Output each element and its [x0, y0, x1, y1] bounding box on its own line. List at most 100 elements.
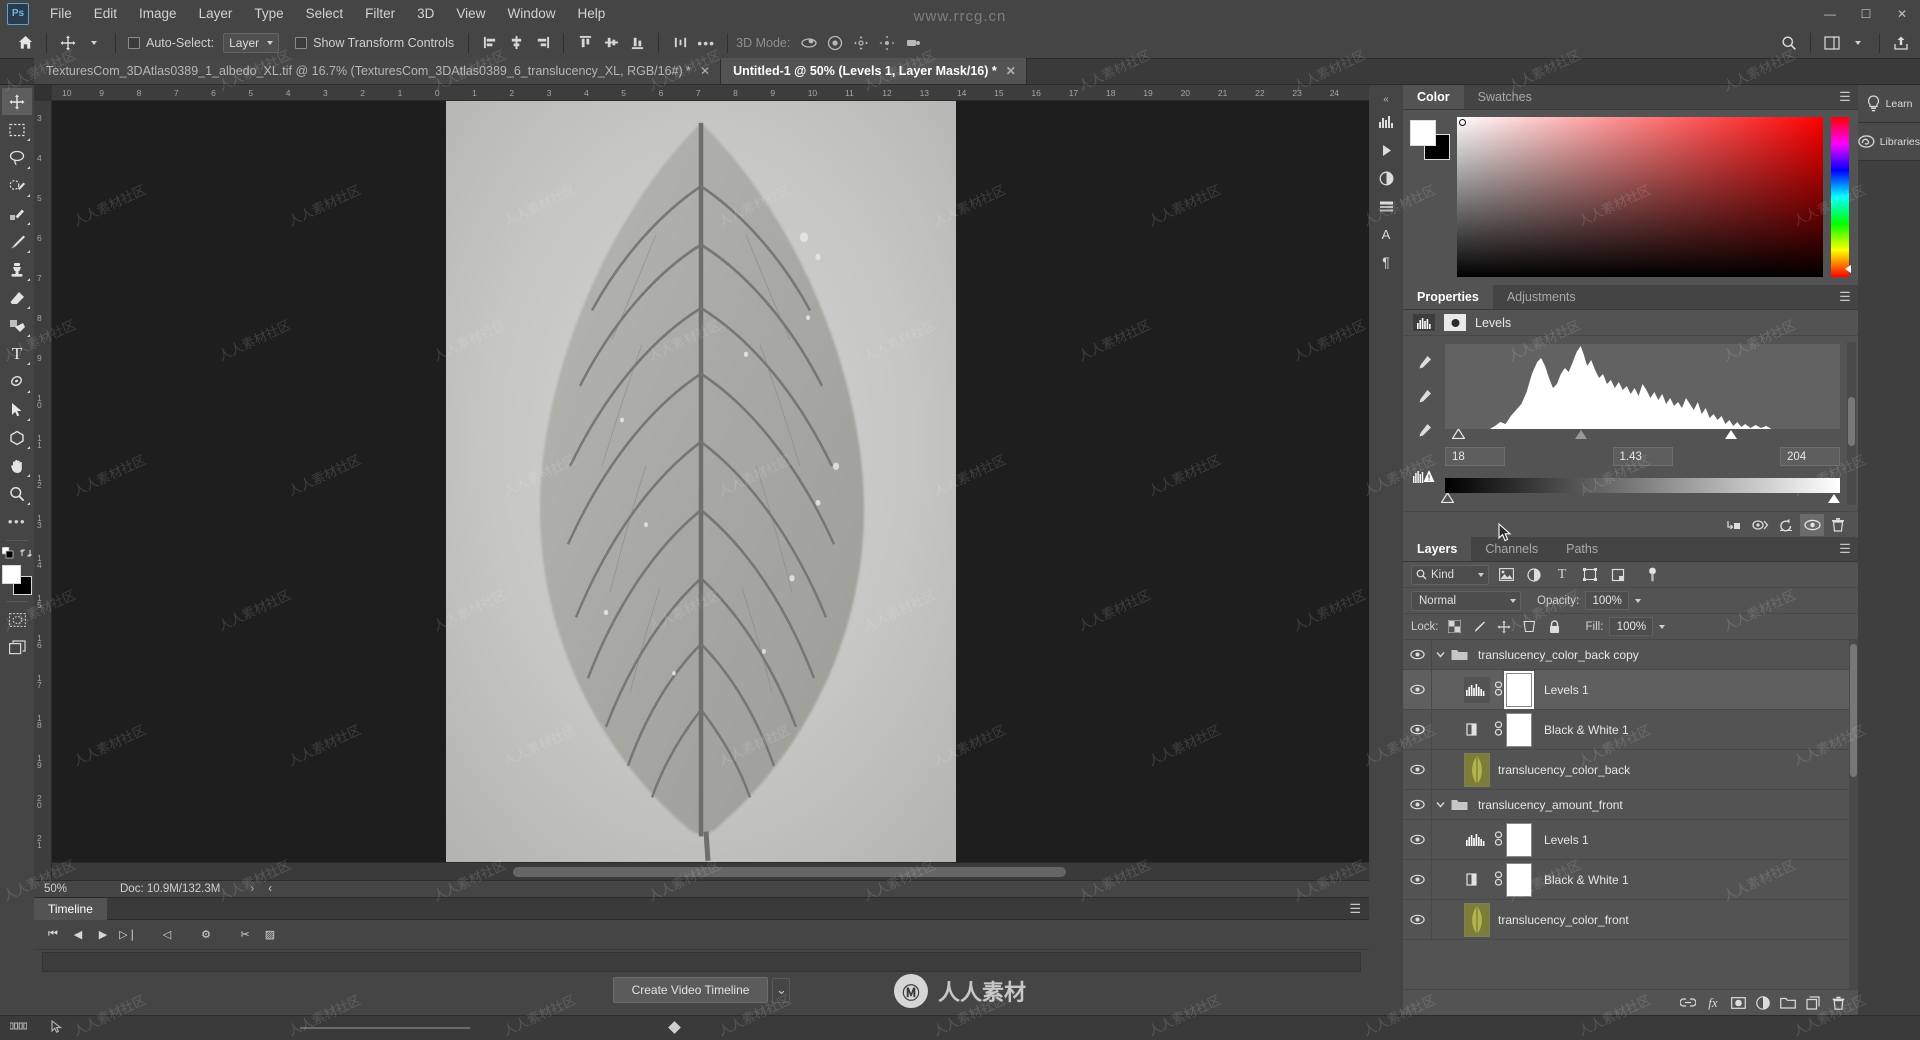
group-expand-chevron-icon[interactable] [1432, 651, 1448, 658]
layer-visibility-toggle[interactable] [1403, 684, 1431, 695]
layer-name[interactable]: translucency_amount_front [1470, 798, 1623, 812]
highlight-input-field[interactable]: 204 [1780, 447, 1840, 466]
layer-mask-thumbnail[interactable] [1506, 672, 1532, 707]
black-and-white-adjustment-thumbnail[interactable] [1464, 716, 1490, 743]
color-spectrum-field[interactable] [1457, 117, 1823, 277]
fill-chevron-down-icon[interactable] [1659, 624, 1666, 629]
scrollbar-thumb[interactable] [512, 867, 1067, 877]
layer-mask-button[interactable] [1727, 992, 1749, 1014]
quick-mask-icon[interactable] [2, 606, 32, 633]
panel-menu-icon[interactable]: ☰ [1349, 901, 1369, 917]
adjustments-panel-icon[interactable] [1372, 165, 1400, 191]
horizontal-ruler[interactable]: 10 9 8 7 6 5 4 3 2 1 0 1 2 3 4 5 6 7 8 9 10 11 12 13 14 15 16 17 18 1… [52, 85, 1369, 101]
create-timeline-chevron-icon[interactable]: ⌄ [772, 977, 791, 1003]
delete-adjustment-button[interactable] [1826, 514, 1850, 536]
vertical-ruler[interactable]: 3 4 5 6 7 8 9 1 0 1 1 1 2 1 3 1 4 1 5 1 6 1 7 1 8 1 9 2 0… [34, 101, 52, 880]
menu-filter[interactable]: Filter [354, 0, 406, 27]
panel-menu-icon[interactable]: ☰ [1832, 537, 1858, 561]
shadow-input-field[interactable]: 18 [1445, 447, 1505, 466]
create-video-timeline-button[interactable]: Create Video Timeline [612, 977, 769, 1003]
layer-list-scrollbar[interactable] [1849, 640, 1858, 989]
scrollbar-thumb[interactable] [1850, 644, 1857, 777]
menu-layer[interactable]: Layer [188, 0, 244, 27]
new-layer-button[interactable] [1802, 992, 1824, 1014]
link-layers-button[interactable] [1677, 992, 1699, 1014]
slide-3d-icon[interactable] [874, 30, 900, 56]
distribute-left-icon[interactable] [667, 30, 693, 56]
close-button[interactable]: ✕ [1884, 0, 1920, 27]
opacity-chevron-down-icon[interactable] [1635, 598, 1642, 603]
filter-pixel-layers-icon[interactable] [1495, 565, 1517, 585]
layer-row-black-and-white-1-front[interactable]: Black & White 1 [1403, 859, 1858, 900]
screen-mode-icon[interactable] [2, 634, 32, 661]
pointer-icon[interactable] [51, 1019, 65, 1036]
layer-mask-link-icon[interactable] [1490, 830, 1506, 849]
menu-help[interactable]: Help [566, 0, 616, 27]
document-canvas[interactable] [446, 101, 956, 862]
foreground-color-swatch[interactable] [2, 565, 21, 584]
settings-gear-icon[interactable]: ⚙ [195, 924, 217, 946]
lock-all-icon[interactable] [1545, 617, 1564, 636]
paragraph-panel-icon[interactable]: ¶ [1372, 249, 1400, 275]
transition-icon[interactable]: ▨ [259, 924, 281, 946]
reset-button[interactable] [1774, 514, 1798, 536]
auto-select-scope-dropdown[interactable]: Layer [223, 32, 280, 53]
black-and-white-adjustment-thumbnail[interactable] [1464, 866, 1490, 893]
eraser-tool[interactable] [2, 284, 32, 311]
new-adjustment-layer-button[interactable] [1752, 992, 1774, 1014]
align-left-edges-icon[interactable] [477, 30, 503, 56]
move-tool[interactable] [2, 88, 32, 115]
clone-stamp-tool[interactable] [2, 256, 32, 283]
layer-name[interactable]: translucency_color_front [1490, 913, 1629, 927]
align-bottom-edges-icon[interactable] [624, 30, 650, 56]
align-top-edges-icon[interactable] [572, 30, 598, 56]
layer-row-group-translucency-amount-front[interactable]: translucency_amount_front [1403, 789, 1858, 820]
layer-name[interactable]: Levels 1 [1532, 833, 1589, 847]
panel-menu-icon[interactable]: ☰ [1832, 85, 1858, 109]
layer-list[interactable]: translucency_color_back copy Levels 1 Bl… [1403, 640, 1858, 989]
document-tab-albedo[interactable]: TexturesCom_3DAtlas0389_1_albedo_XL.tif … [34, 58, 722, 84]
layer-mask-link-icon[interactable] [1490, 870, 1506, 889]
workspace-switcher-icon[interactable] [1819, 30, 1845, 56]
edit-toolbar-button[interactable]: ••• [2, 508, 32, 535]
menu-image[interactable]: Image [128, 0, 188, 27]
styles-panel-icon[interactable] [1372, 193, 1400, 219]
menu-view[interactable]: View [445, 0, 496, 27]
new-group-button[interactable] [1777, 992, 1799, 1014]
tool-preset-chevron-icon[interactable] [81, 30, 107, 56]
default-colors-icon[interactable] [1, 545, 16, 560]
brush-tool[interactable] [2, 228, 32, 255]
scrollbar-thumb[interactable] [1848, 397, 1855, 447]
layer-visibility-toggle[interactable] [1403, 799, 1431, 810]
layer-thumbnail[interactable] [1464, 752, 1490, 787]
layer-name[interactable]: Black & White 1 [1532, 873, 1629, 887]
rail-item-libraries[interactable]: Libraries [1858, 123, 1920, 161]
layer-mask-link-icon[interactable] [1490, 720, 1506, 739]
lock-transparent-pixels-icon[interactable] [1445, 617, 1464, 636]
set-gray-point-eyedropper[interactable] [1413, 386, 1435, 406]
set-black-point-eyedropper[interactable] [1413, 352, 1435, 372]
maximize-button[interactable]: ☐ [1848, 0, 1884, 27]
layer-visibility-toggle[interactable] [1403, 914, 1431, 925]
fill-field[interactable]: 100% [1609, 617, 1654, 636]
lasso-tool[interactable] [2, 144, 32, 171]
eyedropper-tool[interactable] [2, 200, 32, 227]
show-transform-controls-checkbox[interactable]: Show Transform Controls [295, 36, 454, 50]
align-horizontal-centers-icon[interactable] [503, 30, 529, 56]
layer-visibility-toggle[interactable] [1403, 649, 1431, 660]
opacity-field[interactable]: 100% [1585, 591, 1630, 610]
pan-3d-icon[interactable] [848, 30, 874, 56]
next-frame-button[interactable]: ▷❘ [117, 924, 139, 946]
menu-select[interactable]: Select [295, 0, 355, 27]
layer-visibility-toggle[interactable] [1403, 834, 1431, 845]
chevron-down-icon[interactable] [1845, 30, 1871, 56]
timeline-track[interactable] [42, 952, 1361, 972]
close-icon[interactable]: ✕ [700, 64, 710, 78]
layer-visibility-toggle[interactable] [1403, 764, 1431, 775]
menu-3d[interactable]: 3D [406, 0, 445, 27]
align-right-edges-icon[interactable] [529, 30, 555, 56]
menu-file[interactable]: File [39, 0, 83, 27]
gradient-tool[interactable] [2, 312, 32, 339]
menu-type[interactable]: Type [243, 0, 294, 27]
midtone-input-field[interactable]: 1.43 [1612, 447, 1673, 466]
